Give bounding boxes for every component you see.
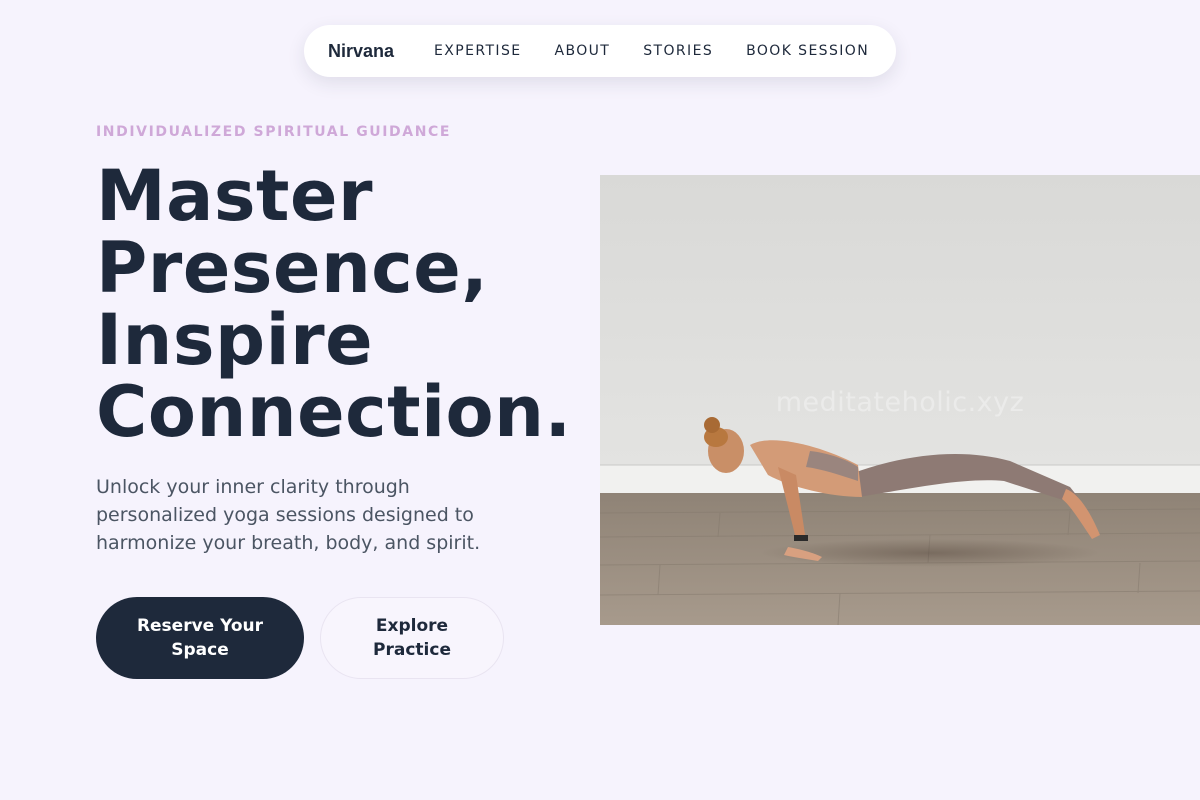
headline-line: Connection.	[96, 371, 572, 453]
nav-link-about[interactable]: ABOUT	[555, 43, 611, 59]
brand-logo[interactable]: Nirvana	[328, 41, 394, 62]
hero-image: meditateholic.xyz	[600, 175, 1200, 625]
nav-link-expertise[interactable]: EXPERTISE	[434, 43, 521, 59]
nav-link-book-session[interactable]: BOOK SESSION	[746, 43, 869, 59]
headline-line: Inspire	[96, 299, 374, 381]
nav-link-stories[interactable]: STORIES	[643, 43, 713, 59]
woman-in-plank-pose-photo	[600, 175, 1200, 625]
hero-eyebrow: INDIVIDUALIZED SPIRITUAL GUIDANCE	[96, 124, 452, 140]
headline-line: Presence,	[96, 227, 489, 309]
top-navigation: Nirvana EXPERTISE ABOUT STORIES BOOK SES…	[304, 25, 896, 77]
explore-practice-button[interactable]: Explore Practice	[320, 597, 504, 679]
landing-page: Nirvana EXPERTISE ABOUT STORIES BOOK SES…	[0, 0, 1200, 800]
reserve-space-button[interactable]: Reserve Your Space	[96, 597, 304, 679]
hero-description: Unlock your inner clarity through person…	[96, 476, 481, 554]
hero-headline: Master Presence, Inspire Connection.	[96, 160, 596, 448]
headline-line: Master	[96, 155, 374, 237]
